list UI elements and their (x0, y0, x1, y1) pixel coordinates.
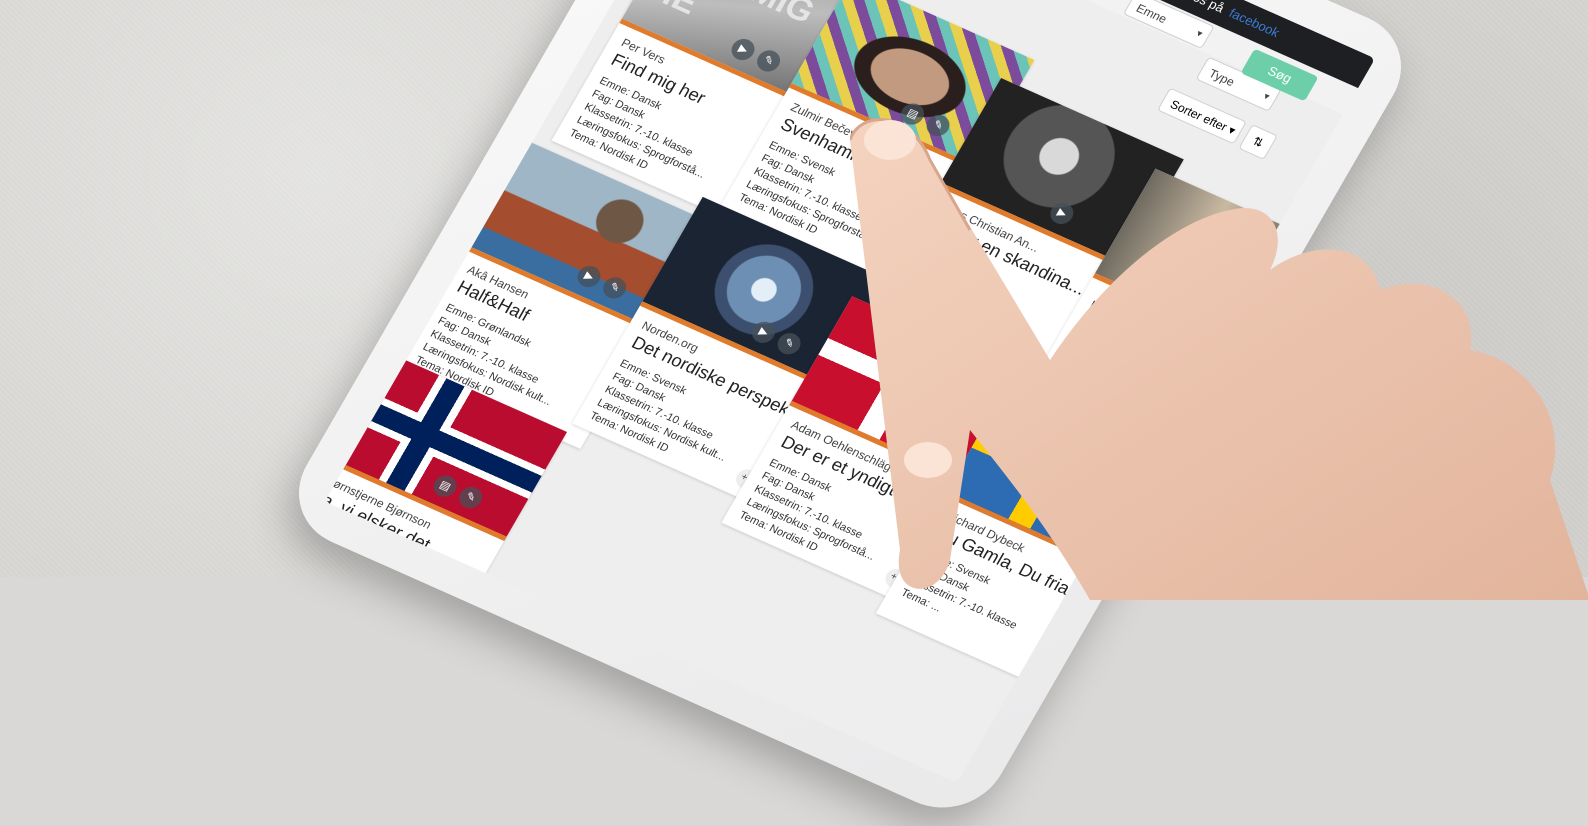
filter-emne-label: Emne (1133, 1, 1170, 27)
filter-type-label: Type (1206, 66, 1238, 90)
facebook-link[interactable]: facebook (1226, 5, 1282, 40)
chevron-down-icon: ▾ (1225, 123, 1239, 138)
card-tema: Tema: Nordisk ID (1080, 311, 1164, 357)
sort-label: Sorter efter (1167, 97, 1230, 134)
chevron-down-icon: ▾ (1194, 28, 1205, 41)
sort-arrows-icon[interactable]: ⇅ (1238, 124, 1278, 160)
chevron-down-icon: ▾ (1261, 91, 1272, 103)
